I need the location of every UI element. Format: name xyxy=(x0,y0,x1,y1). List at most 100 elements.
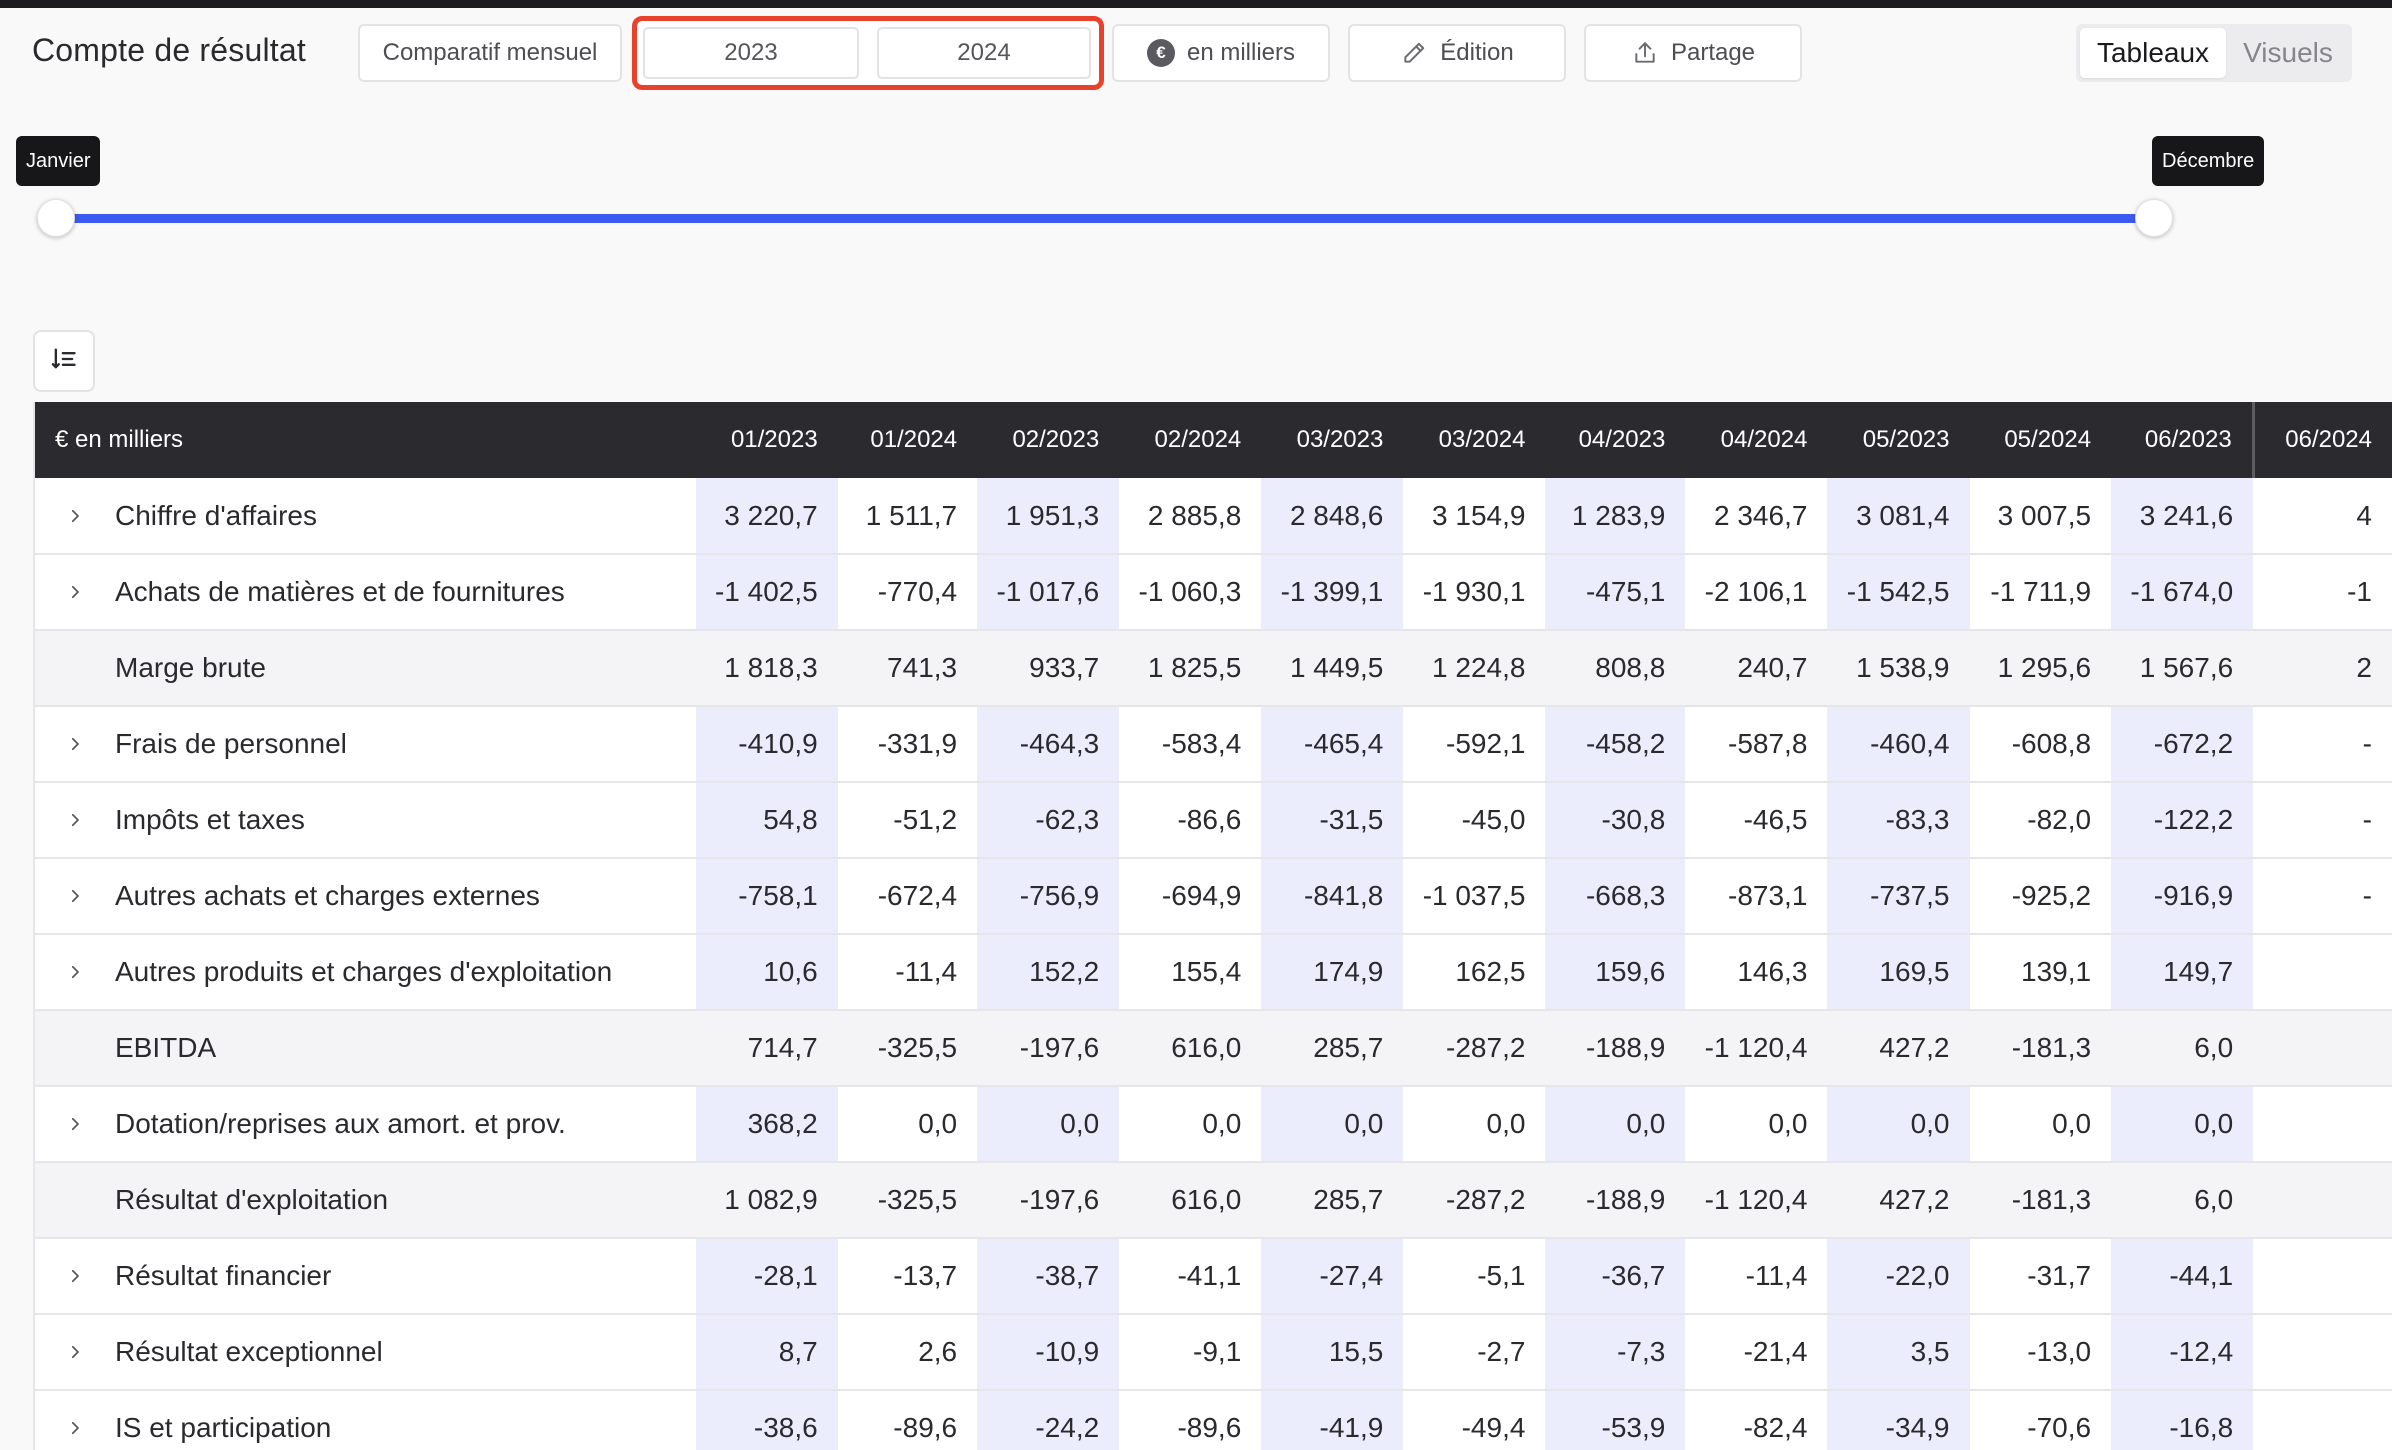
table-row[interactable]: Résultat financier -28,1 -13,7 -38,7 -41,1 -2… xyxy=(35,1238,2392,1315)
value-cell: 146,3 xyxy=(1685,934,1828,1011)
column-header[interactable]: 02/2024 xyxy=(1119,402,1262,478)
row-label: Chiffre d'affaires xyxy=(115,499,317,531)
value-cell: -24,2 xyxy=(977,1390,1120,1450)
row-label: Impôts et taxes xyxy=(115,804,305,835)
value-cell: -9,1 xyxy=(1119,1314,1262,1391)
month-range-slider-track[interactable] xyxy=(56,214,2156,223)
share-button[interactable]: Partage xyxy=(1584,24,1802,82)
value-cell: 1 449,5 xyxy=(1261,630,1404,707)
column-header[interactable]: 05/2023 xyxy=(1827,402,1970,478)
value-cell: -1 xyxy=(2253,554,2392,631)
value-cell: 1 538,9 xyxy=(1827,630,1970,707)
row-label: Résultat d'exploitation xyxy=(115,1184,389,1215)
comparatif-mensuel-button[interactable]: Comparatif mensuel xyxy=(358,24,622,82)
value-cell: -16,8 xyxy=(2111,1390,2254,1450)
value-cell: -89,6 xyxy=(1119,1390,1262,1450)
chevron-right-icon[interactable] xyxy=(35,507,115,525)
chevron-right-icon[interactable] xyxy=(35,887,115,905)
toolbar: Compte de résultat Comparatif mensuel 20… xyxy=(0,16,2392,90)
value-cell: -1 930,1 xyxy=(1403,554,1546,631)
value-cell: -38,6 xyxy=(695,1390,838,1450)
chevron-right-icon[interactable] xyxy=(35,1343,115,1361)
chevron-right-icon[interactable] xyxy=(35,963,115,981)
table-row[interactable]: Frais de personnel -410,9 -331,9 -464,3 -583… xyxy=(35,706,2392,783)
chevron-right-icon[interactable] xyxy=(35,811,115,829)
column-header[interactable]: 06/2024 xyxy=(2251,402,2392,478)
row-label: Marge brute xyxy=(115,652,266,683)
value-cell xyxy=(2253,1390,2392,1450)
value-cell: -325,5 xyxy=(837,1010,978,1087)
chevron-right-icon[interactable] xyxy=(35,735,115,753)
column-header[interactable]: 01/2023 xyxy=(695,402,838,478)
year-a-button[interactable]: 2023 xyxy=(643,27,859,79)
value-cell: 152,2 xyxy=(977,934,1120,1011)
value-cell: 2,6 xyxy=(837,1314,978,1391)
value-cell: -458,2 xyxy=(1545,706,1686,783)
value-cell: 139,1 xyxy=(1969,934,2112,1011)
value-cell: 616,0 xyxy=(1119,1010,1262,1087)
value-cell: -22,0 xyxy=(1827,1238,1970,1315)
table-row[interactable]: Chiffre d'affaires 3 220,7 1 511,7 1 951,3 2… xyxy=(35,478,2392,555)
value-cell: -1 120,4 xyxy=(1685,1162,1828,1239)
chevron-right-icon[interactable] xyxy=(35,1419,115,1437)
value-cell: -1 542,5 xyxy=(1827,554,1970,631)
column-header[interactable]: 05/2024 xyxy=(1969,402,2112,478)
row-label: Autres produits et charges d'exploitatio… xyxy=(115,956,613,987)
share-icon xyxy=(1631,39,1659,67)
value-cell: 169,5 xyxy=(1827,934,1970,1011)
value-cell: -1 060,3 xyxy=(1119,554,1262,631)
table-row[interactable]: IS et participation -38,6 -89,6 -24,2 -89,6-… xyxy=(35,1390,2392,1450)
value-cell: -756,9 xyxy=(977,858,1120,935)
year-b-button[interactable]: 2024 xyxy=(877,27,1091,79)
edit-button[interactable]: Édition xyxy=(1348,24,1566,82)
tab-visuels[interactable]: Visuels xyxy=(2230,28,2346,78)
value-cell: 427,2 xyxy=(1827,1010,1970,1087)
table-row[interactable]: Autres produits et charges d'exploitatio… xyxy=(35,934,2392,1011)
value-cell: 1 224,8 xyxy=(1403,630,1546,707)
slider-end-tooltip: Décembre xyxy=(2152,136,2265,186)
slider-start-handle[interactable] xyxy=(37,199,75,237)
table-row[interactable]: Achats de matières et de fournitures -1 4… xyxy=(35,554,2392,631)
value-cell: 6,0 xyxy=(2111,1010,2254,1087)
value-cell: -11,4 xyxy=(837,934,978,1011)
column-header[interactable]: 04/2023 xyxy=(1545,402,1686,478)
column-header[interactable]: 03/2023 xyxy=(1261,402,1404,478)
slider-end-handle[interactable] xyxy=(2135,199,2173,237)
value-cell: -1 402,5 xyxy=(695,554,838,631)
sort-list-icon xyxy=(50,345,78,378)
year-selector-group: 2023 2024 xyxy=(632,16,1104,90)
sort-button[interactable] xyxy=(33,330,95,392)
pnl-table: € en milliers 01/2023 01/2024 02/2023 02/202… xyxy=(35,402,2392,1450)
chevron-right-icon[interactable] xyxy=(35,1115,115,1133)
table-row[interactable]: Autres achats et charges externes -758,1-… xyxy=(35,858,2392,935)
column-header[interactable]: 03/2024 xyxy=(1403,402,1546,478)
value-cell: 3,5 xyxy=(1827,1314,1970,1391)
value-cell: -873,1 xyxy=(1685,858,1828,935)
value-cell: -10,9 xyxy=(977,1314,1120,1391)
column-header[interactable]: 04/2024 xyxy=(1685,402,1828,478)
table-row[interactable]: Impôts et taxes 54,8 -51,2 -62,3 -86,6 -31,5-… xyxy=(35,782,2392,859)
chevron-right-icon[interactable] xyxy=(35,583,115,601)
unit-button[interactable]: € en milliers xyxy=(1112,24,1330,82)
value-cell: -70,6 xyxy=(1969,1390,2112,1450)
value-cell: -82,4 xyxy=(1685,1390,1828,1450)
table-row[interactable]: Résultat exceptionnel 8,7 2,6 -10,9 -9,1 15,5… xyxy=(35,1314,2392,1391)
euro-icon: € xyxy=(1146,39,1175,67)
chevron-right-icon[interactable] xyxy=(35,1267,115,1285)
value-cell: 159,6 xyxy=(1545,934,1686,1011)
column-header[interactable]: 02/2023 xyxy=(977,402,1120,478)
value-cell: 3 154,9 xyxy=(1403,478,1546,555)
year-b-label: 2024 xyxy=(957,39,1011,66)
value-cell: -1 674,0 xyxy=(2111,554,2254,631)
tab-tableaux[interactable]: Tableaux xyxy=(2080,28,2226,78)
value-cell: -86,6 xyxy=(1119,782,1262,859)
value-cell: -34,9 xyxy=(1827,1390,1970,1450)
column-header[interactable]: 06/2023 xyxy=(2111,402,2254,478)
value-cell xyxy=(2253,1010,2392,1087)
value-cell: -331,9 xyxy=(837,706,978,783)
corner-header: € en milliers xyxy=(35,402,696,478)
value-cell: -49,4 xyxy=(1403,1390,1546,1450)
row-label: Résultat exceptionnel xyxy=(115,1336,383,1367)
column-header[interactable]: 01/2024 xyxy=(837,402,978,478)
table-row[interactable]: Dotation/reprises aux amort. et prov. 368… xyxy=(35,1086,2392,1163)
